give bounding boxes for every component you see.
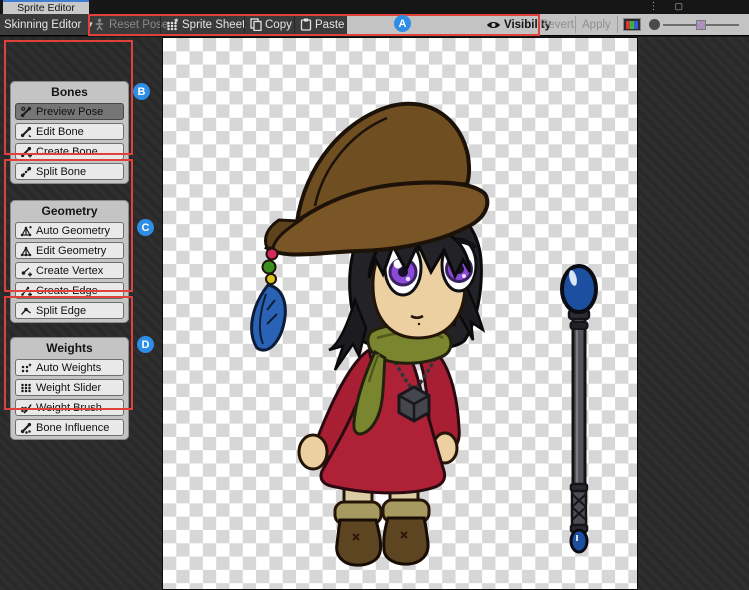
toolbar-separator [160,16,161,33]
panel-button-label: Split Bone [36,166,86,178]
tab-sprite-editor[interactable]: Sprite Editor [3,0,89,14]
rgb-swatch-icon[interactable] [623,18,641,31]
toolbar-separator [617,16,618,33]
toolbar-separator [294,16,295,33]
panel-button-label: Edit Bone [36,126,84,138]
toolbar-separator [575,16,576,33]
panel-button-edit-geometry[interactable]: Edit Geometry [15,242,124,259]
toolbar-dark-segment: Skinning Editor ▼ Reset Pose Sprite Shee… [0,14,347,36]
create-edge-icon [20,285,32,297]
preview-pose-icon [20,106,32,118]
reset-pose-icon [93,18,106,31]
reset-pose-button[interactable]: Reset Pose [93,14,168,35]
skinning-editor-dropdown[interactable]: Skinning Editor ▼ [4,14,94,35]
sprite-canvas[interactable] [162,37,638,590]
panel-button-preview-pose[interactable]: Preview Pose [15,103,124,120]
sprite-artwork [163,38,639,590]
panel-button-weight-brush[interactable]: Weight Brush [15,399,124,416]
panel-button-label: Create Bone [36,146,98,158]
edit-geometry-icon [20,245,32,257]
eye-icon [486,20,501,30]
panel-button-label: Create Edge [36,285,98,297]
alpha-checker-icon [696,20,706,30]
panel-weights: Weights Auto Weights Weight Slider Weight B… [10,337,129,440]
badge-d: D [137,336,154,353]
zoom-slider-handle[interactable] [649,19,660,30]
panel-button-label: Bone Influence [36,422,109,434]
staff-sprite [562,266,596,552]
edit-bone-icon [20,126,32,138]
panel-button-label: Edit Geometry [36,245,106,257]
panel-button-split-bone[interactable]: Split Bone [15,163,124,180]
panel-button-create-bone[interactable]: Create Bone [15,143,124,160]
panel-button-edit-bone[interactable]: Edit Bone [15,123,124,140]
kebab-menu-icon[interactable]: ⋮ [648,1,658,12]
weight-slider-icon [20,382,32,394]
panel-button-create-vertex[interactable]: Create Vertex [15,262,124,279]
panel-button-label: Preview Pose [36,106,103,118]
panel-button-label: Split Edge [36,305,86,317]
split-bone-icon [20,166,32,178]
auto-weights-icon [20,362,32,374]
copy-button[interactable]: Copy [250,14,292,35]
editor-main-area: Bones Preview Pose Edit Bone Create Bone Spl… [0,37,749,590]
split-edge-icon [20,305,32,317]
panel-button-label: Weight Slider [36,382,101,394]
skinning-editor-label: Skinning Editor [4,19,81,31]
panel-button-label: Weight Brush [36,402,102,414]
create-bone-icon [20,146,32,158]
badge-c: C [137,219,154,236]
revert-button[interactable]: Revert [540,14,574,35]
apply-button[interactable]: Apply [582,14,611,35]
badge-a: A [394,15,411,32]
panel-button-create-edge[interactable]: Create Edge [15,282,124,299]
paste-button[interactable]: Paste [300,14,344,35]
panel-button-auto-weights[interactable]: Auto Weights [15,359,124,376]
sprite-sheet-icon [166,18,179,31]
maximize-icon[interactable]: ▢ [674,1,683,12]
sprite-sheet-button[interactable]: Sprite Sheet [166,14,245,35]
create-vertex-icon [20,265,32,277]
auto-geometry-icon [20,225,32,237]
character-sprite [252,104,488,565]
panel-button-split-edge[interactable]: Split Edge [15,302,124,319]
panel-bones: Bones Preview Pose Edit Bone Create Bone Spl… [10,81,129,184]
tab-label: Sprite Editor [17,2,75,14]
paste-icon [300,18,312,31]
bone-influence-icon [20,422,32,434]
title-bar: Sprite Editor ⋮ ▢ [0,0,749,14]
panel-button-label: Auto Geometry [36,225,110,237]
panel-button-bone-influence[interactable]: Bone Influence [15,419,124,436]
panel-button-auto-geometry[interactable]: Auto Geometry [15,222,124,239]
panel-button-label: Create Vertex [36,265,103,277]
panel-title-bones: Bones [15,85,124,99]
panel-geometry: Geometry Auto Geometry Edit Geometry Create… [10,200,129,323]
sprite-editor-window: Sprite Editor ⋮ ▢ Skinning Editor ▼ Rese… [0,0,749,590]
weight-brush-icon [20,402,32,414]
panel-button-weight-slider[interactable]: Weight Slider [15,379,124,396]
copy-icon [250,18,262,31]
panel-title-weights: Weights [15,341,124,355]
toolbar-separator [244,16,245,33]
panel-button-label: Auto Weights [36,362,101,374]
badge-b: B [133,83,150,100]
panel-title-geometry: Geometry [15,204,124,218]
